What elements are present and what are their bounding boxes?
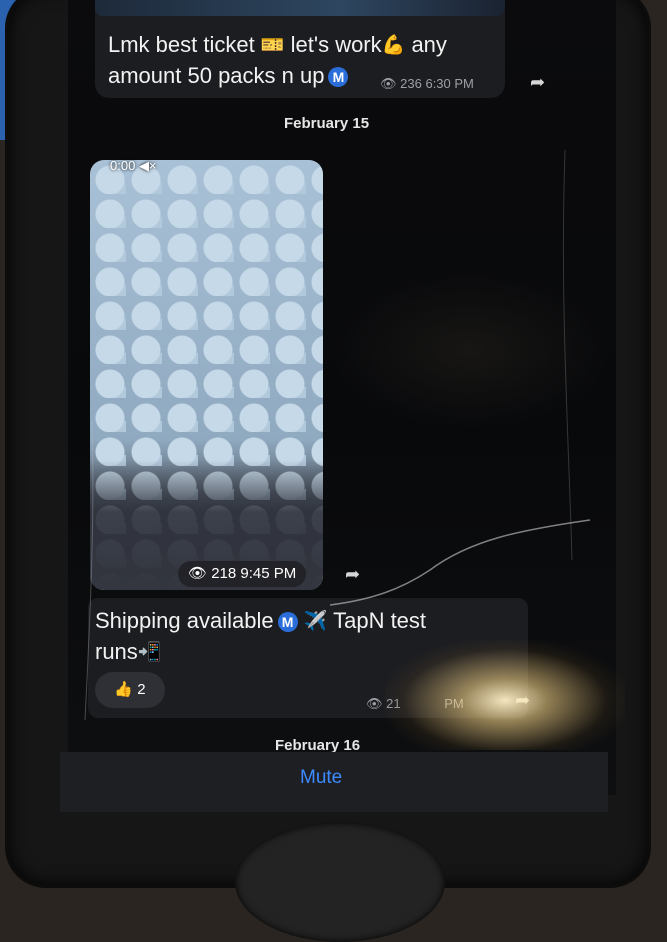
video-duration-label: 0:00 ◀×	[110, 158, 157, 174]
home-button[interactable]	[235, 822, 445, 942]
message-3-line1a: Shipping available	[95, 608, 274, 633]
views-eye-icon: 👁	[380, 76, 397, 91]
message-1-line1b: let's work	[290, 32, 382, 57]
views-eye-icon: 👁	[188, 565, 208, 582]
video-time: 9:45 PM	[240, 565, 297, 582]
m-badge-icon: M	[328, 67, 349, 88]
message-1-line1c: any	[411, 32, 447, 57]
message-3-line2: runs	[95, 639, 138, 665]
message-3-time: PM	[444, 696, 464, 711]
message-3-meta: 👁 21 PM	[366, 696, 464, 712]
date-separator-feb15: February 15	[284, 115, 370, 132]
message-3-text: Shipping available M ✈️ TapN test runs📲	[95, 606, 515, 668]
muscle-emoji-icon: 💪	[381, 35, 406, 57]
reaction-count: 2	[137, 681, 146, 698]
video-duration: 0:00	[110, 158, 136, 173]
views-eye-icon: 👁	[366, 696, 383, 711]
thumbs-up-icon: 👍	[114, 681, 134, 698]
message-1-meta: 👁 236 6:30 PM	[380, 76, 474, 92]
video-views: 218	[211, 565, 237, 582]
muted-speaker-icon[interactable]: ◀×	[139, 158, 157, 173]
video-message[interactable]	[90, 160, 323, 590]
phone-emoji-icon: 📲	[137, 642, 162, 664]
message-1-line1a: Lmk best ticket	[108, 32, 255, 57]
share-icon[interactable]: ➦	[345, 564, 360, 585]
airplane-emoji-icon: ✈️	[303, 611, 328, 633]
reaction-thumbs-up[interactable]: 👍 2	[95, 672, 165, 708]
mute-button[interactable]: Mute	[300, 767, 342, 789]
message-3-views: 21	[386, 696, 401, 711]
share-icon[interactable]: ➦	[530, 72, 545, 93]
message-1-views: 236	[400, 76, 422, 91]
message-1-line2: amount 50 packs n up	[108, 63, 325, 89]
image-preview-strip	[95, 0, 505, 16]
m-badge-icon: M	[277, 612, 298, 633]
ticket-emoji-icon: 🎫	[260, 35, 285, 57]
message-1-time: 6:30 PM	[425, 76, 474, 91]
screen-glare-haze	[330, 270, 610, 430]
message-3-line1b: TapN test	[333, 608, 427, 633]
share-icon[interactable]: ➦	[515, 690, 530, 711]
video-meta-pill: 👁 218 9:45 PM	[178, 561, 307, 587]
